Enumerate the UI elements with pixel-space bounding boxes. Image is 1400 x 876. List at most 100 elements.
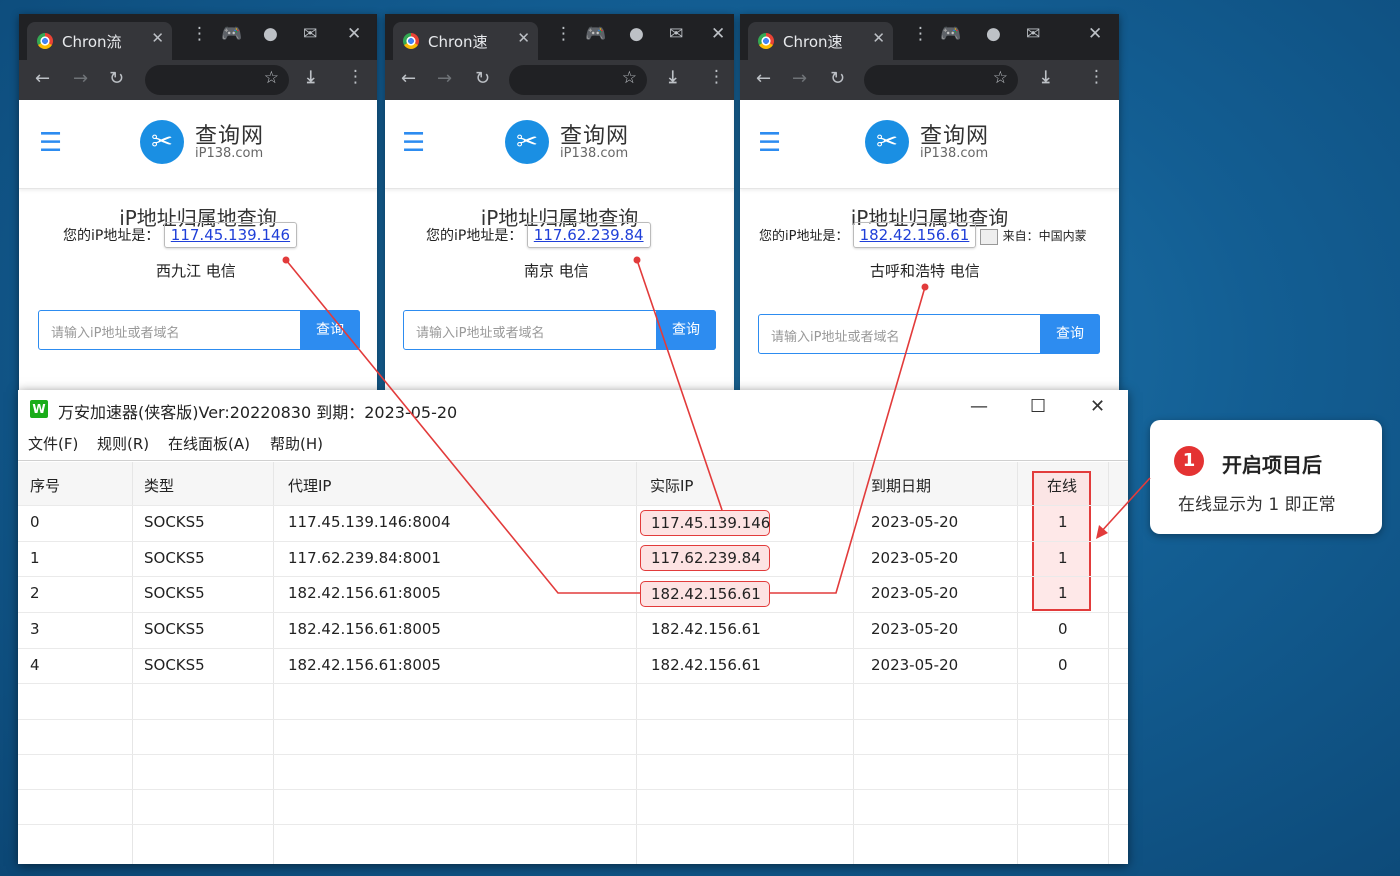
maximize-icon[interactable]: ☐ <box>1030 396 1046 417</box>
row-0-type[interactable]: SOCKS5 <box>144 513 205 531</box>
mail-icon[interactable]: ✉ <box>303 24 317 44</box>
row-2-online[interactable]: 1 <box>1058 584 1068 602</box>
reload-icon[interactable]: ↻ <box>830 68 845 89</box>
star-icon[interactable]: ☆ <box>622 68 637 88</box>
col-header-real-ip[interactable]: 实际IP <box>650 475 693 496</box>
browser-tab[interactable]: Chron速 ✕ <box>748 22 893 60</box>
profile-icon[interactable]: ● <box>263 24 278 44</box>
col-header-type[interactable]: 类型 <box>144 475 174 496</box>
gamepad-icon[interactable]: 🎮 <box>221 24 242 44</box>
close-icon[interactable]: ✕ <box>1088 24 1102 44</box>
reload-icon[interactable]: ↻ <box>109 68 124 89</box>
row-0-index[interactable]: 0 <box>30 513 40 531</box>
row-0-online[interactable]: 1 <box>1058 513 1068 531</box>
row-3-expiry[interactable]: 2023-05-20 <box>871 620 958 638</box>
back-arrow-icon[interactable]: ← <box>401 68 416 89</box>
search-box[interactable]: 请输入iP地址或者域名 查询 <box>38 310 360 350</box>
download-icon[interactable]: ⤓ <box>307 67 315 87</box>
back-arrow-icon[interactable]: ← <box>756 68 771 89</box>
address-bar[interactable]: ☆ <box>509 65 647 95</box>
close-icon[interactable]: ✕ <box>711 24 725 44</box>
row-1-expiry[interactable]: 2023-05-20 <box>871 549 958 567</box>
close-icon[interactable]: ✕ <box>347 24 361 44</box>
address-bar[interactable]: ☆ <box>145 65 289 95</box>
row-3-index[interactable]: 3 <box>30 620 40 638</box>
row-3-type[interactable]: SOCKS5 <box>144 620 205 638</box>
profile-icon[interactable]: ● <box>986 24 1001 44</box>
star-icon[interactable]: ☆ <box>264 68 279 88</box>
address-bar[interactable]: ☆ <box>864 65 1018 95</box>
row-4-proxy-ip[interactable]: 182.42.156.61:8005 <box>288 656 441 674</box>
star-icon[interactable]: ☆ <box>993 68 1008 88</box>
ip-address-link[interactable]: 117.45.139.146 <box>163 222 298 248</box>
row-4-expiry[interactable]: 2023-05-20 <box>871 656 958 674</box>
gamepad-icon[interactable]: 🎮 <box>940 24 961 44</box>
close-icon[interactable]: ✕ <box>1090 396 1105 417</box>
mail-icon[interactable]: ✉ <box>1026 24 1040 44</box>
menu-online-panel[interactable]: 在线面板(A) <box>168 433 250 454</box>
close-icon[interactable]: ✕ <box>872 29 885 47</box>
row-4-real-ip[interactable]: 182.42.156.61 <box>651 656 761 674</box>
row-0-proxy-ip[interactable]: 117.45.139.146:8004 <box>288 513 451 531</box>
close-icon[interactable]: ✕ <box>151 29 164 47</box>
search-button[interactable]: 查询 <box>656 310 716 350</box>
browser-tab[interactable]: Chron速 ✕ <box>393 22 538 60</box>
row-1-online[interactable]: 1 <box>1058 549 1068 567</box>
row-1-type[interactable]: SOCKS5 <box>144 549 205 567</box>
kebab-icon[interactable]: ⋮ <box>191 24 208 44</box>
forward-arrow-icon[interactable]: → <box>437 68 452 89</box>
ip-address-link[interactable]: 117.62.239.84 <box>526 222 651 248</box>
row-0-real-ip[interactable]: 117.45.139.146 <box>651 514 770 532</box>
gamepad-icon[interactable]: 🎮 <box>585 24 606 44</box>
forward-arrow-icon[interactable]: → <box>73 68 88 89</box>
row-0-expiry[interactable]: 2023-05-20 <box>871 513 958 531</box>
search-box[interactable]: 请输入iP地址或者域名 查询 <box>403 310 716 350</box>
row-3-proxy-ip[interactable]: 182.42.156.61:8005 <box>288 620 441 638</box>
search-button[interactable]: 查询 <box>1040 314 1100 354</box>
search-input[interactable]: 请输入iP地址或者域名 <box>771 326 899 345</box>
hamburger-icon[interactable]: ☰ <box>39 128 62 158</box>
row-1-index[interactable]: 1 <box>30 549 40 567</box>
search-box[interactable]: 请输入iP地址或者域名 查询 <box>758 314 1100 354</box>
row-4-type[interactable]: SOCKS5 <box>144 656 205 674</box>
menu-file[interactable]: 文件(F) <box>28 433 78 454</box>
ip-address-link[interactable]: 182.42.156.61 <box>852 222 977 248</box>
row-1-proxy-ip[interactable]: 117.62.239.84:8001 <box>288 549 441 567</box>
download-icon[interactable]: ⤓ <box>1042 67 1050 87</box>
kebab-icon[interactable]: ⋮ <box>555 24 572 44</box>
col-header-proxy-ip[interactable]: 代理IP <box>288 475 331 496</box>
hamburger-icon[interactable]: ☰ <box>402 128 425 158</box>
kebab-icon[interactable]: ⋮ <box>708 67 725 87</box>
col-header-online[interactable]: 在线 <box>1047 475 1077 496</box>
back-arrow-icon[interactable]: ← <box>35 68 50 89</box>
row-2-real-ip[interactable]: 182.42.156.61 <box>651 585 761 603</box>
col-header-expiry[interactable]: 到期日期 <box>871 475 931 496</box>
search-input[interactable]: 请输入iP地址或者域名 <box>51 322 179 341</box>
row-3-real-ip[interactable]: 182.42.156.61 <box>651 620 761 638</box>
row-2-type[interactable]: SOCKS5 <box>144 584 205 602</box>
row-2-proxy-ip[interactable]: 182.42.156.61:8005 <box>288 584 441 602</box>
forward-arrow-icon[interactable]: → <box>792 68 807 89</box>
kebab-icon[interactable]: ⋮ <box>912 24 929 44</box>
col-header-index[interactable]: 序号 <box>30 475 60 496</box>
hamburger-icon[interactable]: ☰ <box>758 128 781 158</box>
kebab-icon[interactable]: ⋮ <box>1088 67 1105 87</box>
row-2-expiry[interactable]: 2023-05-20 <box>871 584 958 602</box>
search-button[interactable]: 查询 <box>300 310 360 350</box>
row-2-index[interactable]: 2 <box>30 584 40 602</box>
close-icon[interactable]: ✕ <box>517 29 530 47</box>
browser-tab[interactable]: Chron流 ✕ <box>27 22 172 60</box>
mail-icon[interactable]: ✉ <box>669 24 683 44</box>
row-4-online[interactable]: 0 <box>1058 656 1068 674</box>
reload-icon[interactable]: ↻ <box>475 68 490 89</box>
kebab-icon[interactable]: ⋮ <box>347 67 364 87</box>
download-icon[interactable]: ⤓ <box>669 67 677 87</box>
row-4-index[interactable]: 4 <box>30 656 40 674</box>
search-input[interactable]: 请输入iP地址或者域名 <box>416 322 544 341</box>
row-3-online[interactable]: 0 <box>1058 620 1068 638</box>
row-1-real-ip[interactable]: 117.62.239.84 <box>651 549 761 567</box>
minimize-icon[interactable]: — <box>970 396 988 417</box>
profile-icon[interactable]: ● <box>629 24 644 44</box>
menu-help[interactable]: 帮助(H) <box>270 433 323 454</box>
menu-rules[interactable]: 规则(R) <box>97 433 149 454</box>
